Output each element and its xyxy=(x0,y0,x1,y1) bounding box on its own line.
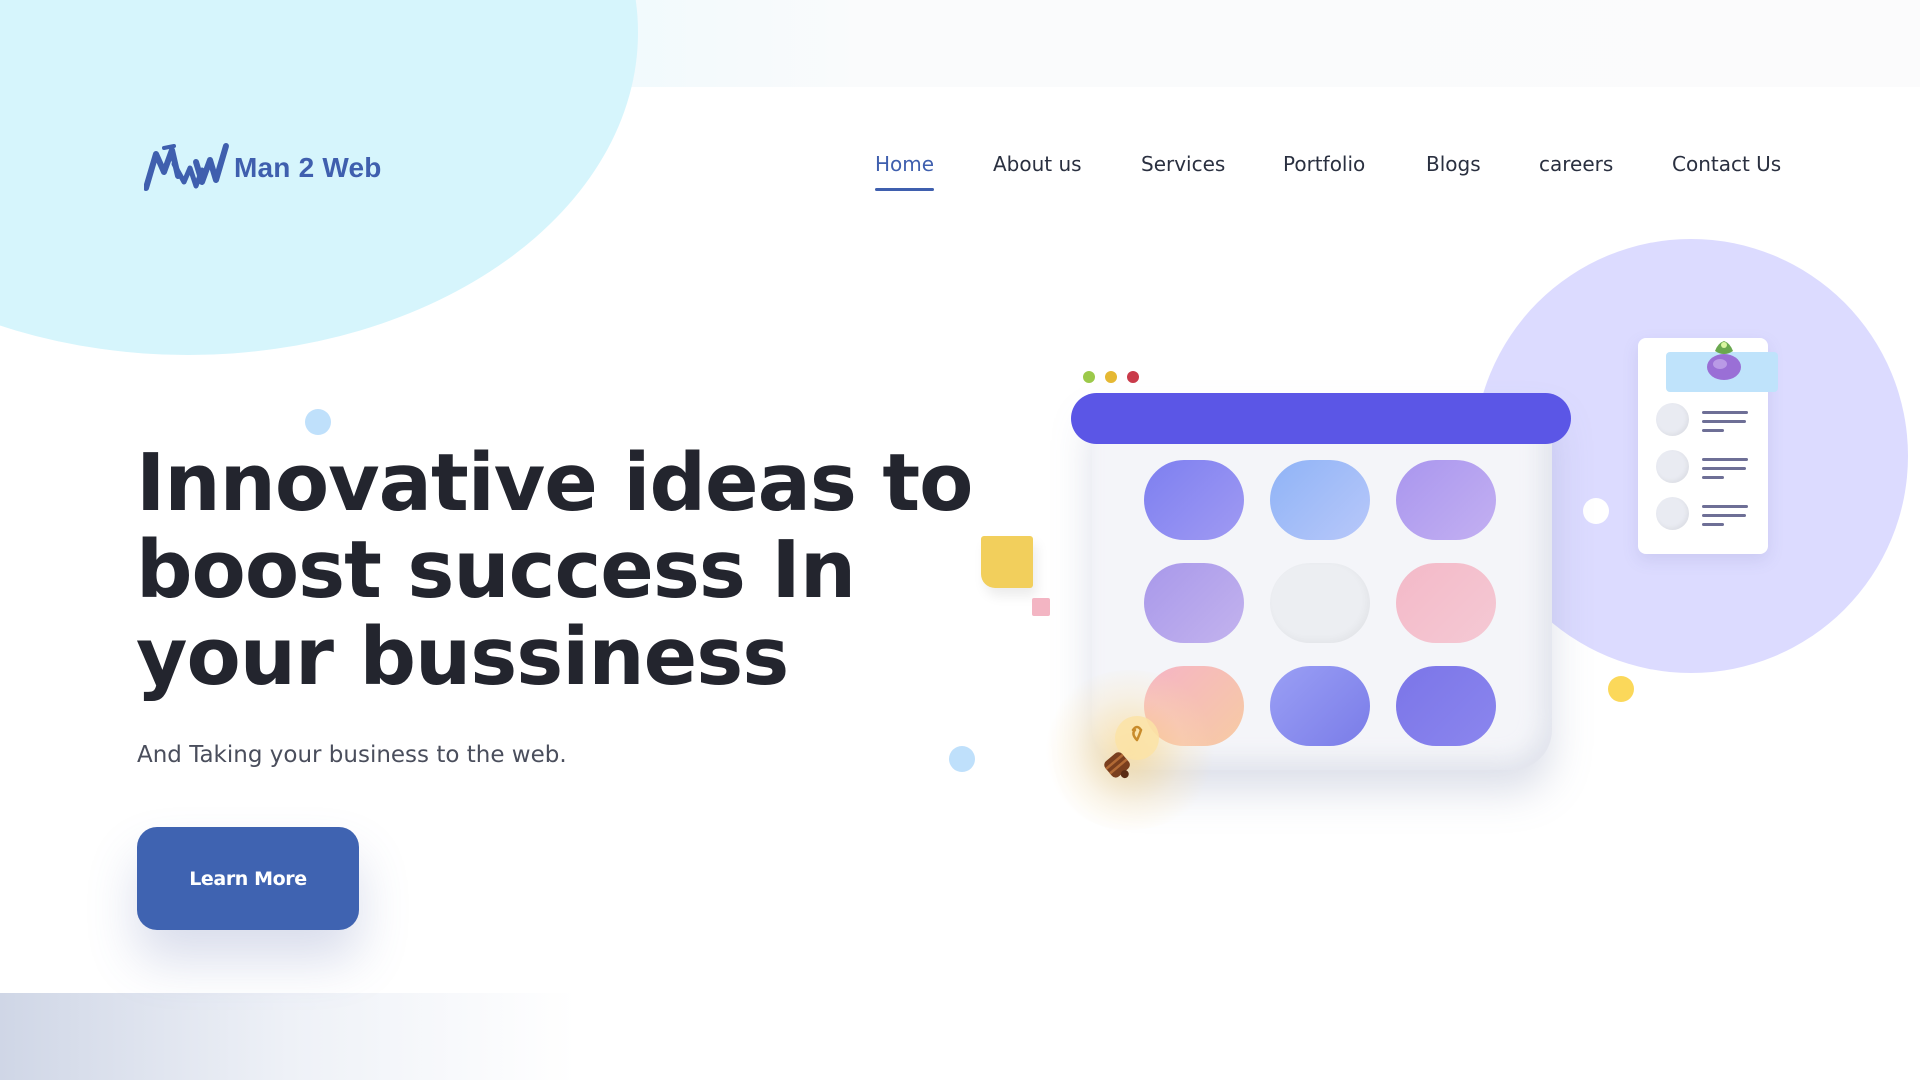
nav-item-label: careers xyxy=(1539,152,1614,176)
decorative-dot xyxy=(305,409,331,435)
decorative-dot xyxy=(949,746,975,772)
nav-item-home[interactable]: Home xyxy=(875,152,935,191)
small-note-icon xyxy=(1032,598,1050,616)
window-dot-green xyxy=(1083,371,1095,383)
hero-title-line: boost success In xyxy=(136,524,856,616)
nav-item-label: Home xyxy=(875,152,935,176)
window-dot-yellow xyxy=(1105,371,1117,383)
bulb-glow xyxy=(1040,670,1220,830)
landing-page: Man 2 Web Home About us Services Portfol… xyxy=(0,0,1920,1080)
nav-item-label: Contact Us xyxy=(1672,152,1782,176)
hero-title: Innovative ideas to boost success In you… xyxy=(136,440,996,701)
nav-item-label: Portfolio xyxy=(1283,152,1366,176)
app-tile xyxy=(1396,563,1496,643)
logo-link[interactable]: Man 2 Web xyxy=(144,142,382,194)
app-tile xyxy=(1144,666,1244,746)
app-tile xyxy=(1270,460,1370,540)
decorative-dot xyxy=(1608,676,1634,702)
m2w-logo-icon xyxy=(144,143,229,191)
hero-title-line: Innovative ideas to xyxy=(136,437,973,529)
decorative-lavender-circle xyxy=(1474,239,1908,673)
decorative-dot xyxy=(1583,498,1609,524)
nav-item-portfolio[interactable]: Portfolio xyxy=(1283,152,1365,176)
nav-item-label: Blogs xyxy=(1426,152,1481,176)
app-tile xyxy=(1396,666,1496,746)
bottom-background-band xyxy=(0,993,1920,1080)
lightbulb-icon xyxy=(1104,716,1159,779)
learn-more-button[interactable]: Learn More xyxy=(137,827,359,930)
app-tile xyxy=(1270,666,1370,746)
nav-item-label: About us xyxy=(993,152,1082,176)
nav-item-label: Services xyxy=(1141,152,1226,176)
nav-item-blogs[interactable]: Blogs xyxy=(1426,152,1481,176)
hero-title-line: your bussiness xyxy=(136,611,789,703)
nav-item-services[interactable]: Services xyxy=(1141,152,1225,176)
nav-item-careers[interactable]: careers xyxy=(1539,152,1613,176)
hero-subtitle: And Taking your business to the web. xyxy=(137,742,567,768)
app-tile xyxy=(1144,563,1244,643)
nav-item-contact-us[interactable]: Contact Us xyxy=(1672,152,1781,176)
brand-name: Man 2 Web xyxy=(234,152,382,183)
app-tile xyxy=(1144,460,1244,540)
nav-item-about-us[interactable]: About us xyxy=(993,152,1082,176)
active-nav-indicator xyxy=(875,188,935,191)
app-tile xyxy=(1270,563,1370,643)
window-dot-red xyxy=(1127,371,1139,383)
